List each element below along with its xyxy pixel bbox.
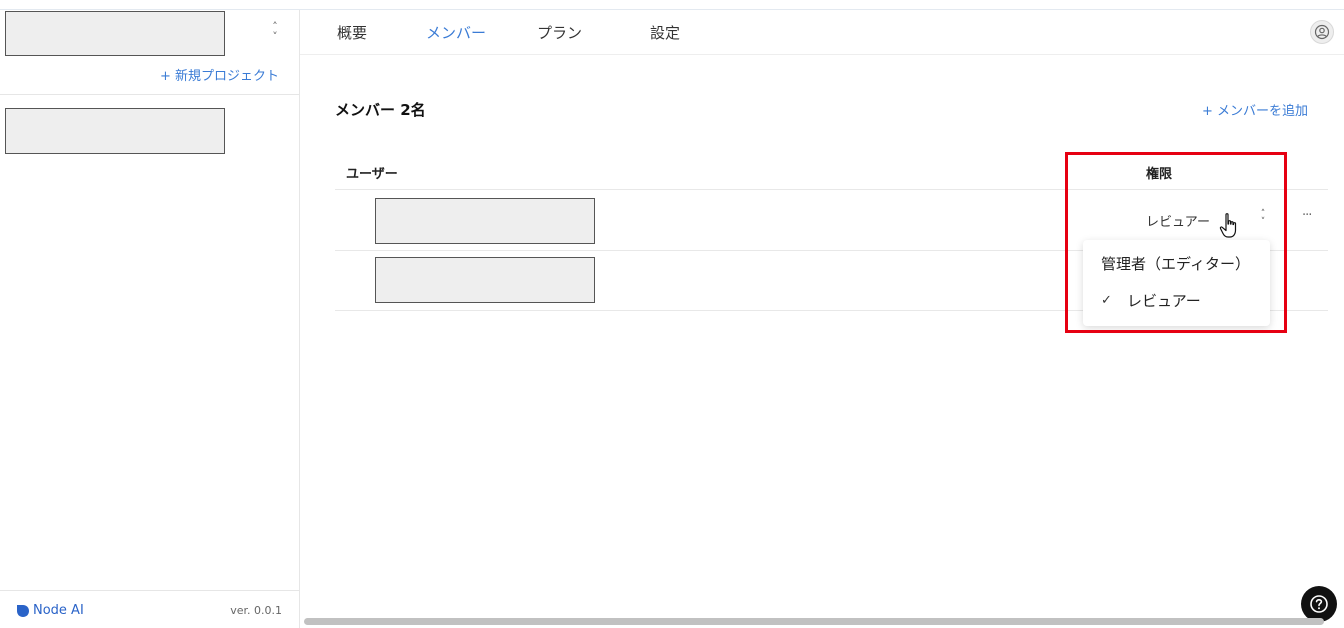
help-button[interactable] (1301, 586, 1337, 622)
horizontal-scrollbar[interactable] (304, 618, 1324, 625)
ellipsis-icon[interactable]: ··· (1302, 208, 1312, 223)
sidebar-project-item[interactable] (5, 108, 225, 154)
sidebar: ˄ ˅ + 新規プロジェクト Node AI ver. 0.0.1 (0, 10, 300, 628)
tab-settings[interactable]: 設定 (650, 22, 680, 43)
column-header-user: ユーザー (346, 167, 398, 182)
user-glyph-icon (1314, 24, 1330, 40)
highlight-annotation (1065, 152, 1287, 333)
tab-bar: 概要 メンバー プラン 設定 (300, 10, 1344, 55)
version-label: ver. 0.0.1 (230, 604, 282, 617)
project-select[interactable] (5, 11, 225, 56)
tab-overview[interactable]: 概要 (337, 22, 367, 43)
brand-name: Node AI (33, 603, 84, 618)
tab-plan[interactable]: プラン (537, 22, 582, 43)
tab-members[interactable]: メンバー (426, 22, 486, 43)
sidebar-divider (0, 94, 300, 95)
table-row-user-1 (375, 198, 595, 244)
add-member-button[interactable]: + メンバーを追加 (1202, 100, 1308, 119)
question-icon (1310, 595, 1328, 613)
member-count-heading: メンバー 2名 (335, 101, 426, 119)
brand-mark-icon (17, 604, 29, 617)
chevron-up-down-icon[interactable]: ˄ ˅ (268, 21, 282, 42)
brand-logo: Node AI (16, 603, 84, 618)
new-project-link[interactable]: + 新規プロジェクト (160, 65, 279, 84)
user-circle-icon[interactable] (1310, 20, 1334, 44)
sidebar-footer: Node AI ver. 0.0.1 (0, 590, 300, 628)
table-row-user-2 (375, 257, 595, 303)
